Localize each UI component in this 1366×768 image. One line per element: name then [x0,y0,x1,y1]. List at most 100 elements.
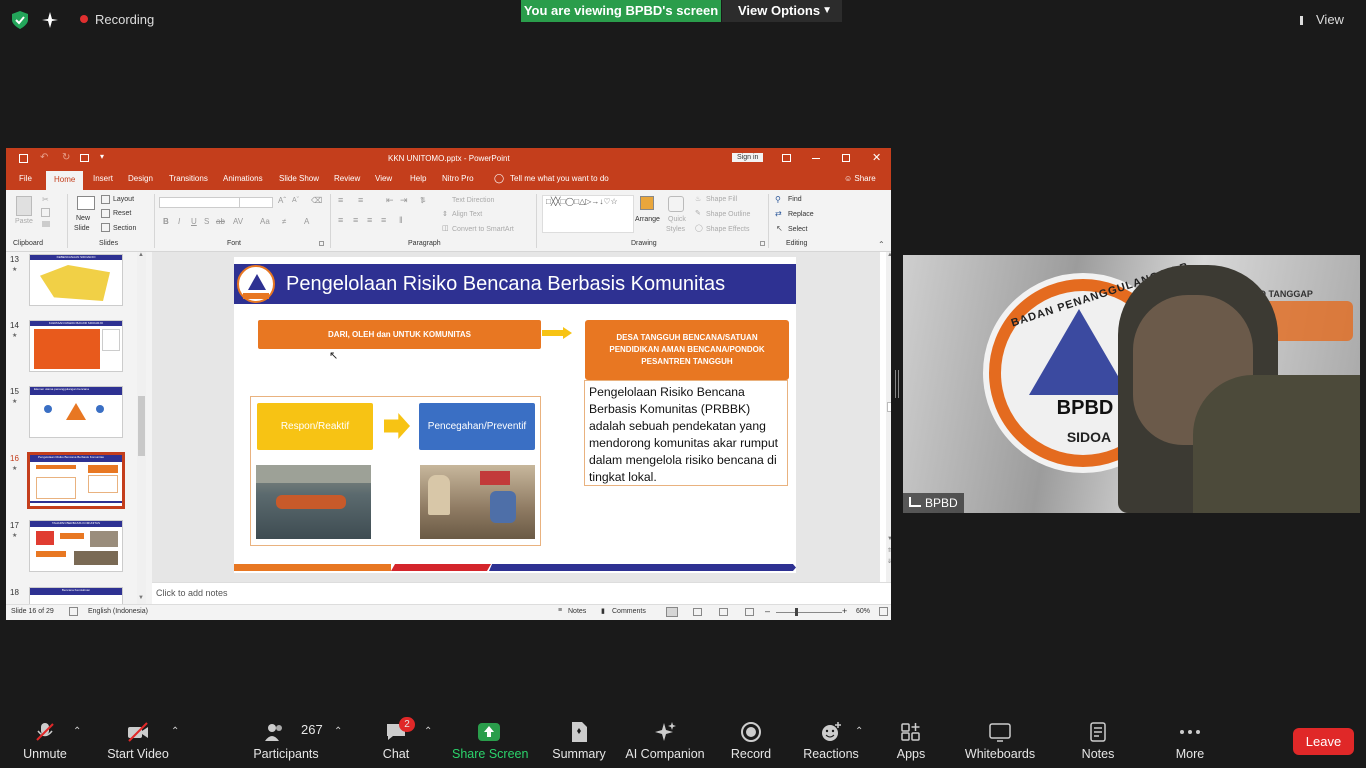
new-slide-label-2[interactable]: Slide [74,225,90,232]
scroll-up-icon[interactable]: ▲ [887,252,891,258]
collapse-ribbon-icon[interactable]: ⌃ [878,240,885,249]
change-case-icon[interactable]: Aa [260,217,270,226]
close-icon[interactable]: ✕ [872,151,881,164]
spell-check-icon[interactable] [69,607,78,616]
participants-options-caret-icon[interactable]: ⌃ [334,726,342,737]
font-color-icon[interactable]: ≠ [282,217,286,226]
scroll-down-icon[interactable]: ▼ [138,595,144,601]
new-slide-icon[interactable] [77,196,95,210]
numbering-icon[interactable]: ≡ [358,195,363,205]
sign-in-button[interactable]: Sign in [732,153,764,162]
minimize-icon[interactable] [812,158,820,159]
drawing-dialog-launcher-icon[interactable] [760,241,765,246]
underline-icon[interactable]: U [191,217,197,226]
slide-thumbnail-14[interactable]: KAWASAN RAWAN BANJIR SIDOARJO [29,320,123,372]
participant-video-tile[interactable]: BPBD SIDOA BADAN PENANGGULANGAN B O TANG… [903,255,1360,513]
zoom-out-icon[interactable]: – [765,606,770,616]
shape-fill-button[interactable]: Shape Fill [706,196,737,203]
tab-nitro-pro[interactable]: Nitro Pro [442,174,474,183]
language-label[interactable]: English (Indonesia) [88,608,148,615]
slide-thumbnail-17[interactable]: TAHAPAN BERBASIS KOMUNITAS [29,520,123,572]
shield-icon[interactable] [12,11,28,29]
tab-animations[interactable]: Animations [223,174,263,183]
select-button[interactable]: Select [788,226,807,233]
paste-icon[interactable] [16,196,32,216]
strikethrough-icon[interactable]: ab [216,217,225,226]
tab-slide-show[interactable]: Slide Show [279,174,319,183]
align-left-icon[interactable]: ≡ [338,215,343,225]
more-button[interactable]: More [1168,712,1212,768]
character-spacing-icon[interactable]: AV [233,217,243,226]
save-icon[interactable] [19,154,28,163]
slide-thumbnail-13[interactable]: KEBENCANAAN SIDOARJO [29,254,123,306]
tab-review[interactable]: Review [334,174,360,183]
increase-indent-icon[interactable]: ⇥ [400,195,408,206]
current-slide[interactable]: Pengelolaan Risiko Bencana Berbasis Komu… [234,257,796,573]
tab-help[interactable]: Help [410,174,426,183]
apps-button[interactable]: Apps [890,712,932,768]
bold-icon[interactable]: B [163,217,169,226]
align-text-button[interactable]: Align Text [452,211,482,218]
scroll-up-icon[interactable]: ▲ [138,252,144,258]
notes-toggle[interactable]: Notes [568,608,586,615]
tell-me-search[interactable]: Tell me what you want to do [510,174,609,183]
cut-icon[interactable]: ✂ [42,195,49,204]
share-screen-button[interactable]: Share Screen [452,712,528,768]
tab-design[interactable]: Design [128,174,153,183]
scrollbar-thumb[interactable] [138,396,145,456]
fit-to-window-icon[interactable] [879,607,888,616]
replace-button[interactable]: Replace [788,211,814,218]
copy-icon[interactable] [41,208,50,217]
slide-sorter-icon[interactable] [693,608,702,616]
customize-quick-access-icon[interactable]: ▾ [100,152,104,161]
slide-scrollbar[interactable]: ▲ ▼ ⇑ ⇓ [886,252,891,582]
convert-smartart-button[interactable]: Convert to SmartArt [452,226,514,233]
quick-styles-label[interactable]: Quick [668,216,686,223]
participants-button[interactable]: 267 Participants [250,712,322,768]
increase-font-icon[interactable]: Aˆ [278,196,286,205]
shadow-icon[interactable]: S [204,217,209,226]
tab-home[interactable]: Home [46,171,84,190]
slide-thumbnail-15[interactable]: Elemen utama penanggulangan bencana [29,386,123,438]
previous-slide-icon[interactable]: ⇑ [887,547,891,554]
zoom-in-icon[interactable]: + [842,606,847,616]
reset-button[interactable]: Reset [113,210,131,217]
summary-button[interactable]: Summary [548,712,610,768]
unmute-button[interactable]: Unmute [15,712,75,768]
decrease-font-icon[interactable]: Aˇ [292,197,299,204]
center-icon[interactable]: ≡ [353,215,358,225]
columns-icon[interactable]: ‖ [399,215,403,225]
new-slide-label[interactable]: New [76,215,90,222]
find-button[interactable]: Find [788,196,802,203]
restore-icon[interactable] [842,154,850,162]
text-direction-button[interactable]: Text Direction [452,197,494,204]
font-family-select[interactable] [159,197,241,208]
reactions-button[interactable]: Reactions [800,712,862,768]
tab-file[interactable]: File [19,174,32,183]
font-dialog-launcher-icon[interactable] [319,241,324,246]
chat-button[interactable]: 2 Chat [370,712,422,768]
normal-view-icon[interactable] [666,607,678,617]
chat-options-caret-icon[interactable]: ⌃ [424,726,432,737]
notes-pane[interactable]: Click to add notes [152,582,891,604]
italic-icon[interactable]: I [178,217,180,226]
redo-icon[interactable]: ↻ [62,152,70,163]
justify-icon[interactable]: ≡ [381,215,386,225]
align-right-icon[interactable]: ≡ [367,215,372,225]
section-button[interactable]: Section [113,225,136,232]
slide-thumbnail-18[interactable]: Bencana Kemiskinan [29,587,123,604]
format-painter-icon[interactable] [42,221,50,227]
ai-companion-button[interactable]: AI Companion [624,712,706,768]
zoom-level[interactable]: 60% [856,608,870,615]
start-from-beginning-icon[interactable] [80,154,89,162]
whiteboards-button[interactable]: Whiteboards [962,712,1038,768]
shape-outline-button[interactable]: Shape Outline [706,211,750,218]
clear-formatting-icon[interactable]: ⌫ [311,196,322,205]
paste-button[interactable]: Paste [15,218,33,225]
scrollbar-thumb[interactable] [887,402,891,412]
ai-sparkle-icon[interactable] [42,11,58,29]
thumbnails-scrollbar[interactable]: ▲ ▼ [137,252,146,604]
ribbon-display-options-icon[interactable] [782,154,791,162]
zoom-slider-thumb[interactable] [795,608,798,616]
tab-transitions[interactable]: Transitions [169,174,208,183]
